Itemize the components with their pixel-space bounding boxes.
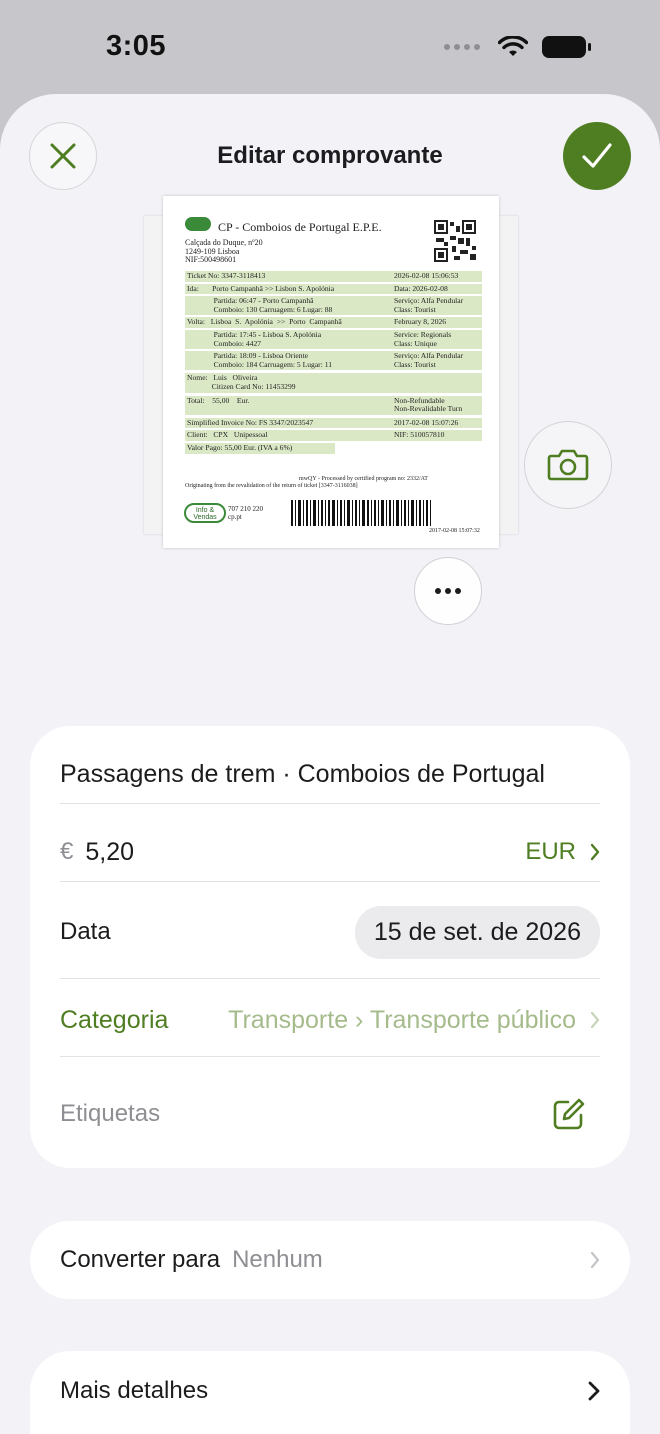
qr-code-icon	[434, 220, 476, 262]
description-field[interactable]: Passagens de trem · Comboios de Portugal	[60, 744, 600, 804]
checkmark-icon	[582, 143, 612, 168]
more-details-label: Mais detalhes	[60, 1377, 209, 1404]
tags-label: Etiquetas	[60, 1100, 161, 1127]
receipt-row: Nome: Luis Oliveira Citizen Card No: 114…	[185, 373, 482, 393]
receipt-paper: CP - Comboios de Portugal E.P.E. Calçada…	[163, 196, 499, 548]
info-phone: 707 210 220 cp.pt	[228, 505, 263, 521]
currency-code: EUR	[525, 838, 576, 865]
amount-row: € 5,20 EUR	[60, 822, 600, 882]
divider	[60, 1056, 600, 1057]
divider	[60, 803, 600, 804]
divider	[60, 978, 600, 979]
edit-icon[interactable]	[552, 1097, 586, 1131]
status-bar: 3:05	[0, 0, 660, 96]
description-text: Passagens de trem · Comboios de Portugal	[60, 759, 545, 788]
date-row: Data 15 de set. de 2026	[60, 902, 600, 962]
date-label: Data	[60, 918, 111, 945]
status-icons	[444, 36, 592, 58]
convert-card[interactable]: Converter para Nenhum	[30, 1221, 630, 1299]
chevron-right-icon	[590, 1251, 600, 1269]
more-details-row: Mais detalhes	[60, 1361, 600, 1421]
more-options-button[interactable]	[414, 557, 482, 625]
currency-symbol: €	[60, 838, 74, 865]
currency-selector[interactable]: EUR	[525, 838, 600, 866]
ellipsis-icon	[435, 588, 461, 594]
camera-button[interactable]	[524, 421, 612, 509]
receipt-row: Ida: Porto Campanhã >> Lisbon S. Apolóni…	[185, 283, 482, 295]
receipt-row: Valor Pago: 55,00 Eur. (IVA a 6%)	[185, 442, 335, 454]
page-title: Editar comprovante	[217, 142, 443, 169]
receipt-company: CP - Comboios de Portugal E.P.E.	[218, 220, 382, 234]
receipt-row: Partida: 18:09 - Lisboa Oriente Comboio:…	[185, 351, 482, 371]
chevron-right-icon	[588, 1381, 600, 1401]
date-picker[interactable]: 15 de set. de 2026	[354, 905, 600, 959]
wifi-icon	[498, 36, 528, 56]
category-label: Categoria	[60, 1005, 169, 1034]
camera-icon	[547, 449, 589, 481]
info-vendas-logo: Info & Vendas	[184, 503, 226, 523]
chevron-right-icon	[590, 843, 600, 861]
receipt-row: Simplified Invoice No: FS 3347/2023547 20…	[185, 417, 482, 429]
tags-row: Etiquetas	[60, 1084, 600, 1144]
receipt-footer: mwQY - Processed by certified program no…	[185, 476, 428, 489]
signal-icon	[444, 44, 480, 50]
chevron-right-icon	[590, 1011, 600, 1029]
receipt-rows: Ticket No: 3347-3118413 2026-02-08 15:06:…	[185, 271, 482, 456]
category-value: Transporte › Transporte público	[228, 1006, 600, 1035]
receipt-row: Client: CPX Unipessoal NIF: 510057810	[185, 430, 482, 441]
receipt-form-card: Passagens de trem · Comboios de Portugal…	[30, 726, 630, 1168]
convert-label: Converter para	[60, 1246, 221, 1273]
receipt-row: Partida: 06:47 - Porto Campanhã Comboio:…	[185, 296, 482, 316]
category-row[interactable]: Categoria Transporte › Transporte públic…	[60, 990, 600, 1050]
divider	[60, 881, 600, 882]
battery-icon	[542, 36, 591, 58]
receipt-row: Ticket No: 3347-3118413 2026-02-08 15:06:…	[185, 271, 482, 282]
receipt-stamp: 2017-02-08 15:07:32	[429, 528, 480, 534]
confirm-button[interactable]	[563, 122, 631, 190]
more-details-card[interactable]: Mais detalhes	[30, 1351, 630, 1434]
receipt-address: Calçada do Duque, nº20 1249-109 Lisboa N…	[185, 238, 263, 264]
receipt-row: Partida: 17:45 - Lisboa S. Apolónia Comb…	[185, 329, 482, 350]
receipt-image[interactable]: CP - Comboios de Portugal E.P.E. Calçada…	[144, 196, 520, 548]
status-time: 3:05	[106, 30, 167, 62]
barcode-icon	[291, 500, 431, 526]
cp-logo-icon	[185, 217, 211, 231]
receipt-row: Volta: Lisboa S. Apolónia >> Porto Campa…	[185, 317, 482, 328]
amount-input[interactable]: 5,20	[85, 838, 134, 867]
receipt-row: Total: 55,00 Eur. Non-Refundable Non-Reva…	[185, 395, 482, 415]
convert-value: Nenhum	[232, 1246, 323, 1273]
convert-row: Converter para Nenhum	[60, 1230, 600, 1290]
